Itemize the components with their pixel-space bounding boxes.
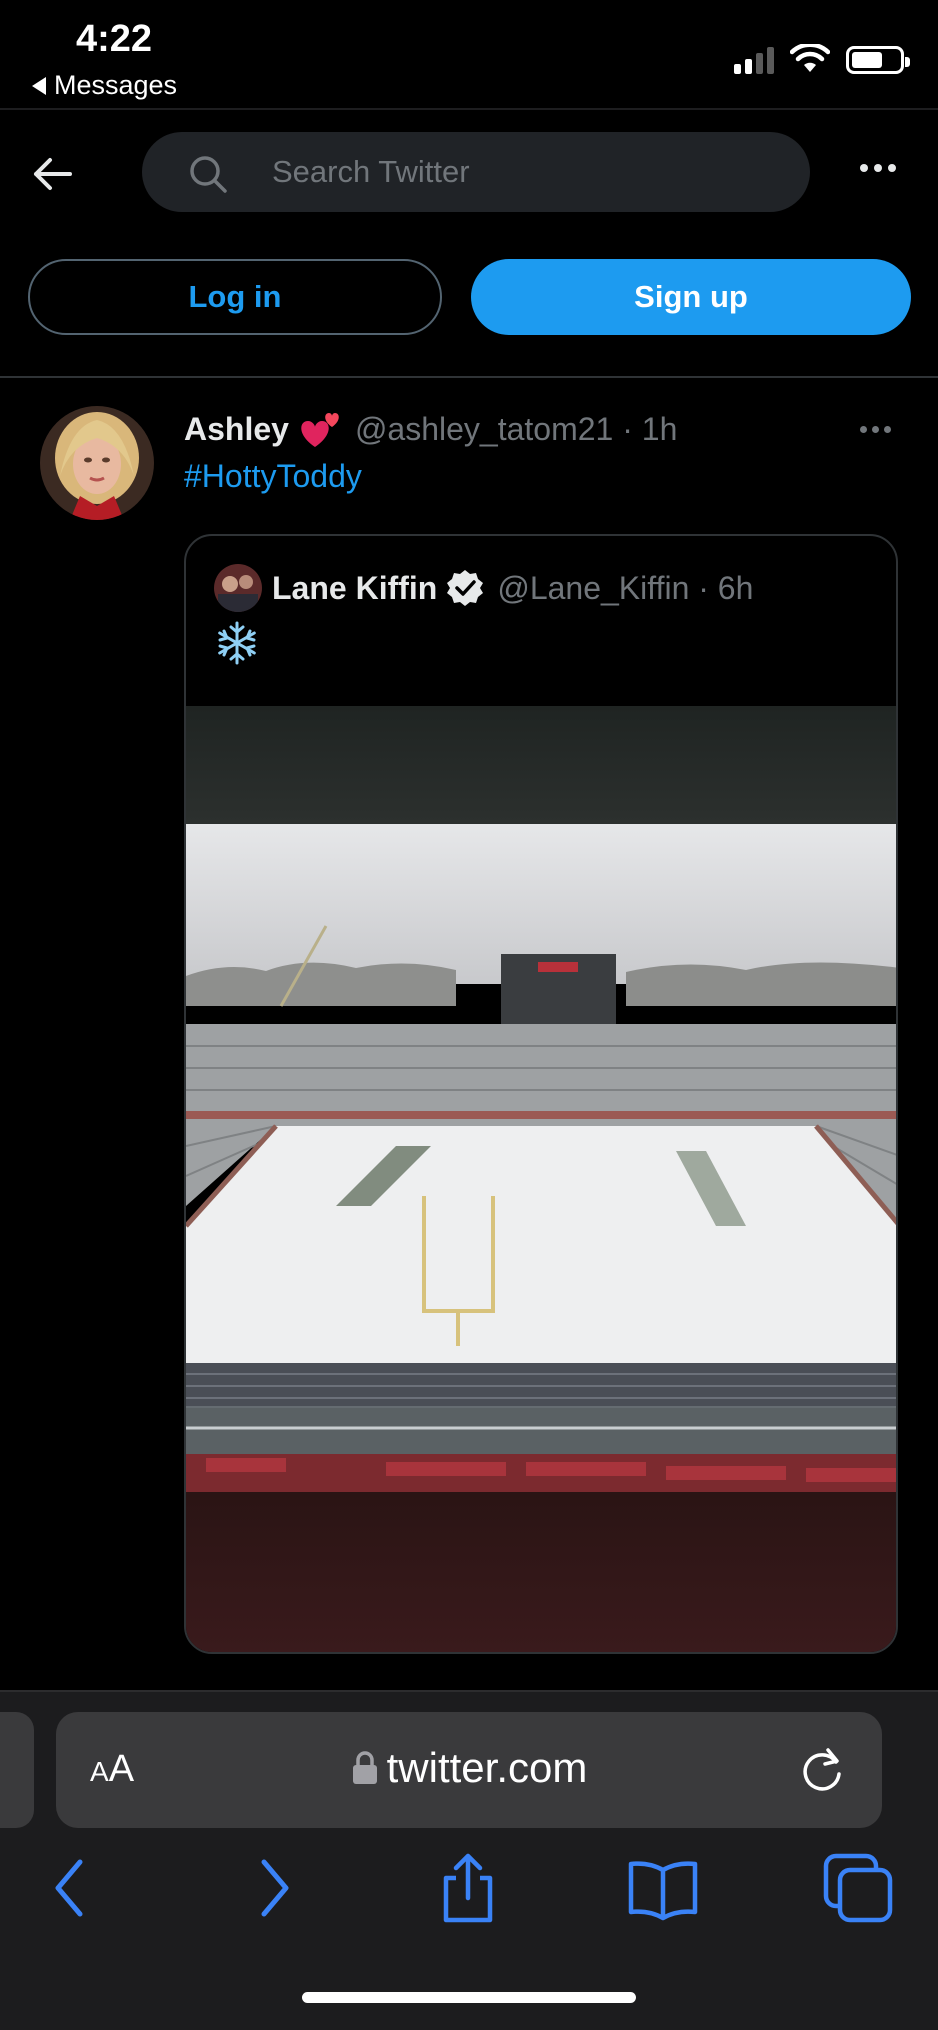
status-bar: 4:22 Messages bbox=[0, 0, 938, 108]
url-text: twitter.com bbox=[386, 1744, 588, 1791]
url-display[interactable]: twitter.com bbox=[56, 1744, 882, 1792]
search-input[interactable] bbox=[272, 132, 772, 212]
search-box[interactable] bbox=[142, 132, 810, 212]
verified-badge-icon bbox=[447, 570, 484, 606]
share-icon[interactable] bbox=[430, 1850, 506, 1926]
signup-button[interactable]: Sign up bbox=[471, 259, 911, 335]
back-arrow-icon[interactable] bbox=[30, 152, 74, 196]
back-app-label: Messages bbox=[54, 70, 178, 100]
bookmarks-icon[interactable] bbox=[625, 1850, 701, 1926]
safari-divider bbox=[0, 1690, 938, 1692]
stadium-photo[interactable] bbox=[186, 706, 898, 1654]
quoted-author-name: Lane Kiffin bbox=[272, 569, 438, 606]
back-chevron-icon[interactable] bbox=[34, 1850, 110, 1926]
address-bar[interactable]: AA twitter.com bbox=[56, 1712, 882, 1828]
back-triangle-icon bbox=[32, 76, 46, 95]
status-time: 4:22 bbox=[76, 18, 153, 60]
status-divider bbox=[0, 108, 938, 110]
tweet-header: Ashley @ashley_tatom21 · 1h bbox=[184, 405, 677, 453]
tweet-handle-time[interactable]: @ashley_tatom21 · 1h bbox=[355, 411, 677, 448]
search-icon bbox=[190, 156, 227, 193]
more-options-icon[interactable] bbox=[860, 164, 896, 172]
quoted-avatar bbox=[214, 564, 262, 612]
status-icons bbox=[734, 44, 910, 74]
tweet-more-icon[interactable] bbox=[860, 426, 891, 433]
avatar[interactable] bbox=[40, 406, 154, 520]
quoted-handle-time: @Lane_Kiffin · 6h bbox=[497, 569, 754, 606]
tweet-author-name[interactable]: Ashley bbox=[184, 411, 289, 448]
quoted-tweet[interactable]: Lane Kiffin @Lane_Kiffin · 6h bbox=[184, 534, 898, 1654]
quoted-header: Lane Kiffin @Lane_Kiffin · 6h bbox=[272, 564, 753, 612]
hashtag-link[interactable]: #HottyToddy bbox=[184, 458, 362, 495]
battery-icon bbox=[846, 46, 910, 74]
login-button[interactable]: Log in bbox=[28, 259, 442, 335]
reload-icon[interactable] bbox=[796, 1744, 848, 1796]
two-hearts-icon bbox=[301, 413, 339, 447]
wifi-icon bbox=[790, 44, 830, 72]
back-to-messages-link[interactable]: Messages bbox=[32, 70, 177, 101]
lock-icon bbox=[352, 1751, 377, 1784]
safari-toolbar: AA twitter.com bbox=[0, 1690, 938, 2030]
header-divider bbox=[0, 376, 938, 378]
forward-chevron-icon[interactable] bbox=[234, 1850, 310, 1926]
twitter-header bbox=[0, 112, 938, 232]
tabs-icon[interactable] bbox=[820, 1850, 896, 1926]
home-indicator[interactable] bbox=[302, 1992, 636, 2003]
cellular-signal-icon bbox=[734, 46, 774, 74]
previous-tab-preview[interactable] bbox=[0, 1712, 34, 1828]
snowflake-icon bbox=[218, 621, 256, 665]
